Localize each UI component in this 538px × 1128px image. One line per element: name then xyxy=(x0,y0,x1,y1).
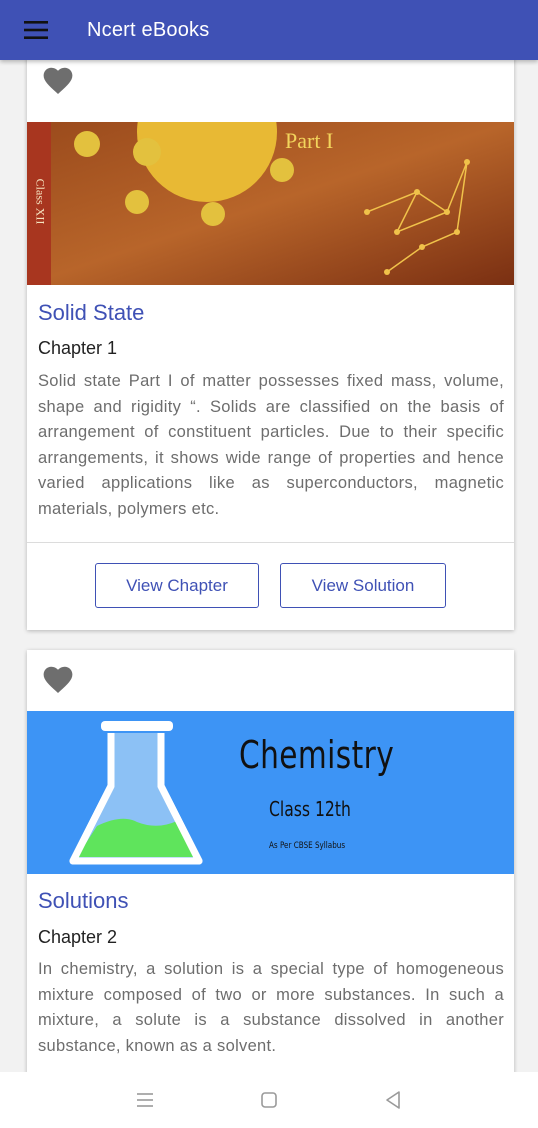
banner-side-text: Class XII xyxy=(33,178,48,225)
home-icon[interactable] xyxy=(258,1089,280,1111)
chapter-number: Chapter 1 xyxy=(38,338,118,358)
chapter-card: Chemistry Class 12th As Per CBSE Syllabu… xyxy=(27,650,514,1072)
chapter-description: Solid state Part I of matter possesses f… xyxy=(38,372,504,518)
card-divider xyxy=(27,542,514,543)
view-chapter-button[interactable]: View Chapter xyxy=(95,563,259,608)
hamburger-icon xyxy=(24,21,48,39)
heart-icon[interactable] xyxy=(43,666,73,694)
chapter-card: Part I Class XII Solid State Chapter 1 S… xyxy=(27,60,514,630)
banner-part-text: Part I xyxy=(285,128,334,153)
app-bar: Ncert eBooks xyxy=(0,0,538,60)
recents-icon[interactable] xyxy=(134,1089,156,1111)
banner-subject-text: Chemistry xyxy=(239,733,395,777)
heart-icon[interactable] xyxy=(43,67,73,95)
system-navigation-bar xyxy=(0,1072,538,1128)
menu-button[interactable] xyxy=(0,0,72,60)
chapter-list[interactable]: Part I Class XII Solid State Chapter 1 S… xyxy=(0,60,538,1072)
banner-class-text: Class 12th xyxy=(269,797,351,821)
chapter-title[interactable]: Solid State xyxy=(38,300,144,326)
banner-syllabus-text: As Per CBSE Syllabus xyxy=(269,841,346,851)
chapter-banner-image: Part I Class XII xyxy=(27,122,514,285)
app-title: Ncert eBooks xyxy=(87,18,210,41)
chapter-description: In chemistry, a solution is a special ty… xyxy=(38,960,504,1055)
view-solution-button[interactable]: View Solution xyxy=(280,563,446,608)
chapter-number: Chapter 2 xyxy=(38,927,118,947)
chapter-banner-image: Chemistry Class 12th As Per CBSE Syllabu… xyxy=(27,711,514,874)
back-icon[interactable] xyxy=(382,1089,404,1111)
chapter-title[interactable]: Solutions xyxy=(38,888,129,914)
